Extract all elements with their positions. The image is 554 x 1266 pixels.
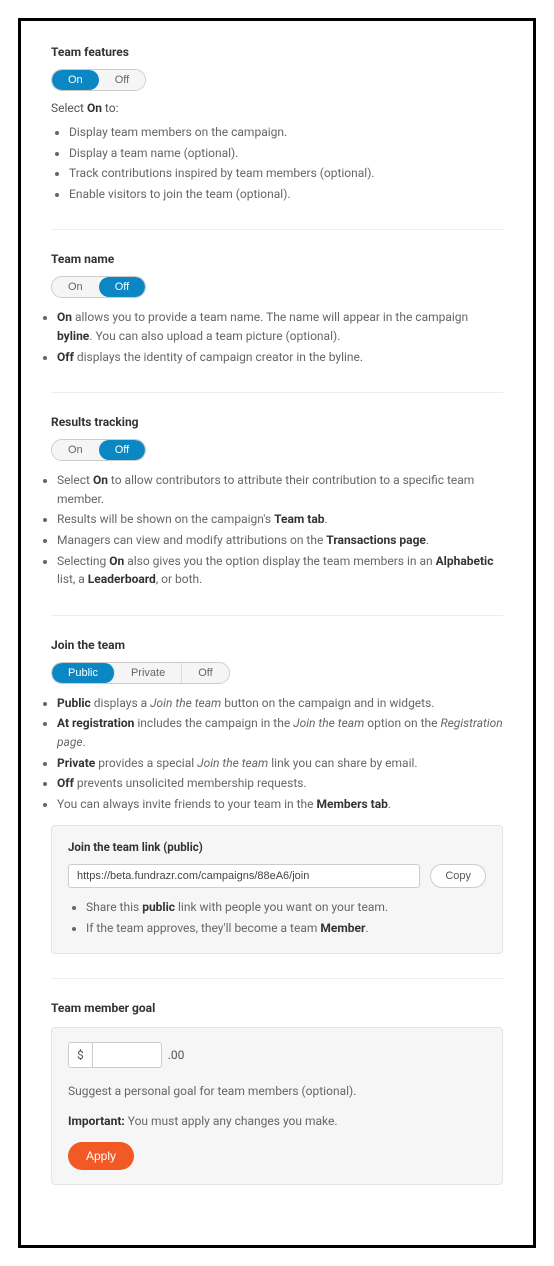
team-features-on[interactable]: On [52, 70, 99, 90]
team-name-toggle[interactable]: On Off [51, 276, 146, 298]
join-off[interactable]: Off [182, 663, 228, 683]
list-item: On allows you to provide a team name. Th… [57, 308, 503, 345]
goal-suggest-text: Suggest a personal goal for team members… [68, 1082, 486, 1100]
team-name-title: Team name [51, 252, 503, 266]
list-item: Display team members on the campaign. [69, 123, 503, 142]
team-features-off[interactable]: Off [99, 70, 145, 90]
list-item: Private provides a special Join the team… [57, 754, 503, 773]
list-item: Select On to allow contributors to attri… [57, 471, 503, 508]
section-results-tracking: Results tracking On Off Select On to all… [51, 415, 503, 616]
goal-amount-input[interactable] [92, 1042, 162, 1068]
goal-panel: $ .00 Suggest a personal goal for team m… [51, 1027, 503, 1185]
team-name-off[interactable]: Off [99, 277, 145, 297]
list-item: Managers can view and modify attribution… [57, 531, 503, 550]
goal-important-text: Important: You must apply any changes yo… [68, 1112, 486, 1130]
results-toggle[interactable]: On Off [51, 439, 146, 461]
team-features-title: Team features [51, 45, 503, 59]
copy-button[interactable]: Copy [430, 864, 486, 888]
list-item: Results will be shown on the campaign's … [57, 510, 503, 529]
section-team-member-goal: Team member goal $ .00 Suggest a persona… [51, 1001, 503, 1209]
list-item: Share this public link with people you w… [86, 898, 486, 917]
team-name-bullets: On allows you to provide a team name. Th… [39, 308, 503, 366]
join-link-input[interactable] [68, 864, 420, 888]
apply-button[interactable]: Apply [68, 1142, 134, 1170]
list-item: At registration includes the campaign in… [57, 714, 503, 751]
join-toggle[interactable]: Public Private Off [51, 662, 230, 684]
team-features-bullets: Display team members on the campaign. Di… [51, 123, 503, 203]
goal-title: Team member goal [51, 1001, 503, 1015]
results-off[interactable]: Off [99, 440, 145, 460]
join-link-notes: Share this public link with people you w… [68, 898, 486, 937]
currency-symbol: $ [68, 1042, 92, 1068]
team-features-select-line: Select On to: [51, 101, 503, 115]
join-title: Join the team [51, 638, 503, 652]
list-item: Enable visitors to join the team (option… [69, 185, 503, 204]
list-item: Off prevents unsolicited membership requ… [57, 774, 503, 793]
join-bullets: Public displays a Join the team button o… [39, 694, 503, 814]
goal-cents: .00 [168, 1048, 185, 1062]
list-item: If the team approves, they'll become a t… [86, 919, 486, 938]
join-link-panel: Join the team link (public) Copy Share t… [51, 825, 503, 954]
list-item: Track contributions inspired by team mem… [69, 164, 503, 183]
section-team-name: Team name On Off On allows you to provid… [51, 252, 503, 393]
join-link-row: Copy [68, 864, 486, 888]
join-private[interactable]: Private [115, 663, 182, 683]
list-item: Display a team name (optional). [69, 144, 503, 163]
team-name-on[interactable]: On [52, 277, 99, 297]
list-item: Off displays the identity of campaign cr… [57, 348, 503, 367]
list-item: You can always invite friends to your te… [57, 795, 503, 814]
join-public[interactable]: Public [52, 663, 115, 683]
results-title: Results tracking [51, 415, 503, 429]
results-bullets: Select On to allow contributors to attri… [39, 471, 503, 589]
goal-input-row: $ .00 [68, 1042, 486, 1068]
settings-frame: Team features On Off Select On to: Displ… [18, 18, 536, 1248]
team-features-toggle[interactable]: On Off [51, 69, 146, 91]
results-on[interactable]: On [52, 440, 99, 460]
list-item: Selecting On also gives you the option d… [57, 552, 503, 589]
list-item: Public displays a Join the team button o… [57, 694, 503, 713]
join-link-title: Join the team link (public) [68, 840, 486, 854]
section-join-team: Join the team Public Private Off Public … [51, 638, 503, 980]
section-team-features: Team features On Off Select On to: Displ… [51, 45, 503, 230]
